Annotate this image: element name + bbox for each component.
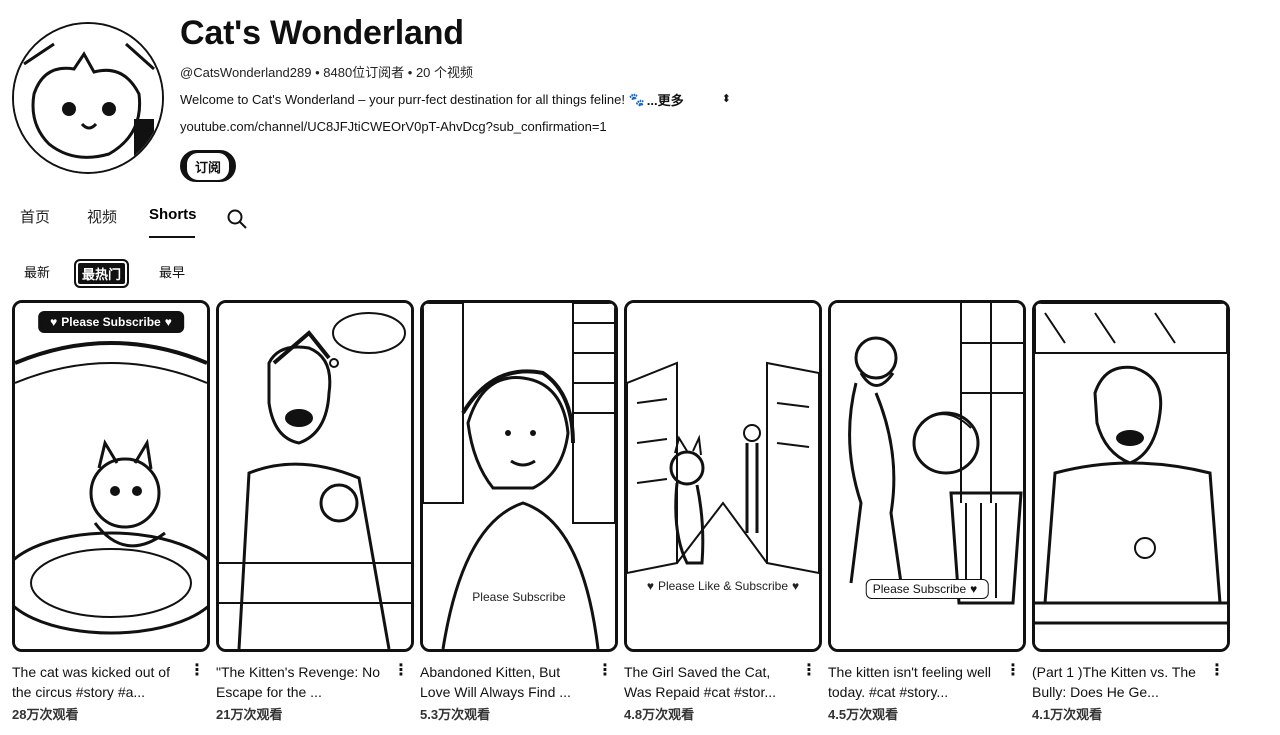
- tab-shorts[interactable]: Shorts: [149, 206, 197, 223]
- short-thumbnail[interactable]: ♥ Please Subscribe ♥: [12, 300, 210, 652]
- short-views: 28万次观看: [12, 707, 79, 722]
- subscribe-overlay: ♥ Please Like & Subscribe ♥: [646, 579, 800, 593]
- shorts-grid: ♥ Please Subscribe ♥ The cat was kicked ou…: [12, 300, 1232, 735]
- short-views: 4.8万次观看: [624, 707, 695, 722]
- short-views: 4.1万次观看: [1032, 707, 1103, 722]
- short-title[interactable]: "The Kitten's Revenge: No Escape for the…: [216, 662, 386, 702]
- short-card[interactable]: "The Kitten's Revenge: No Escape for the…: [216, 300, 414, 723]
- short-title[interactable]: Abandoned Kitten, But Love Will Always F…: [420, 662, 590, 702]
- tab-videos[interactable]: 视频: [87, 206, 117, 227]
- short-views: 4.5万次观看: [828, 707, 899, 722]
- more-vert-icon[interactable]: ⋮: [189, 663, 205, 679]
- more-vert-icon[interactable]: ⋮: [393, 663, 409, 679]
- more-vert-icon[interactable]: ⋮: [1209, 663, 1225, 679]
- channel-tabs: 首页 视频 Shorts: [0, 198, 1280, 240]
- short-title[interactable]: The Girl Saved the Cat, Was Repaid #cat …: [624, 662, 794, 702]
- subscribe-overlay: ♥ Please Subscribe ♥: [38, 311, 184, 333]
- channel-avatar[interactable]: [12, 22, 164, 174]
- heart-icon: ♥: [50, 315, 58, 329]
- heart-icon: ♥: [646, 579, 654, 593]
- short-views: 21万次观看: [216, 707, 283, 722]
- short-caption: The Girl Saved the Cat, Was Repaid #cat …: [624, 662, 822, 723]
- short-thumbnail[interactable]: ♥ Please Like & Subscribe ♥: [624, 300, 822, 652]
- channel-header: Cat's Wonderland @CatsWonderland289 • 84…: [0, 0, 1280, 200]
- short-thumbnail[interactable]: Please Subscribe: [420, 300, 618, 652]
- short-caption: (Part 1 )The Kitten vs. The Bully: Does …: [1032, 662, 1230, 723]
- short-caption: Abandoned Kitten, But Love Will Always F…: [420, 662, 618, 723]
- short-card[interactable]: Please Subscribe Abandoned Kitten, But L…: [420, 300, 618, 723]
- short-card[interactable]: ♥ Please Subscribe ♥ The cat was kicked ou…: [12, 300, 210, 723]
- subscribe-button[interactable]: 订阅: [180, 150, 236, 182]
- sort-chips: 最新 最热门 最早: [0, 255, 1280, 288]
- short-thumbnail[interactable]: [1032, 300, 1230, 652]
- description-more-link[interactable]: ...更多: [647, 90, 684, 109]
- short-thumbnail[interactable]: [216, 300, 414, 652]
- heart-icon: ♥: [792, 579, 800, 593]
- subscribe-overlay: Please Subscribe: [472, 590, 566, 604]
- expand-chevron-icon[interactable]: ⬍: [722, 94, 731, 105]
- short-title[interactable]: The kitten isn't feeling well today. #ca…: [828, 662, 998, 702]
- heart-icon: ♥: [970, 582, 978, 596]
- channel-link[interactable]: youtube.com/channel/UC8JFJtiCWEOrV0pT-Ah…: [180, 119, 607, 134]
- short-card[interactable]: ♥ Please Like & Subscribe ♥ The Girl Saved…: [624, 300, 822, 723]
- short-caption: The cat was kicked out of the circus #st…: [12, 662, 210, 723]
- channel-meta: @CatsWonderland289 • 8480位订阅者 • 20 个视频: [180, 65, 474, 80]
- short-caption: The kitten isn't feeling well today. #ca…: [828, 662, 1026, 723]
- more-vert-icon[interactable]: ⋮: [801, 663, 817, 679]
- more-vert-icon[interactable]: ⋮: [1005, 663, 1021, 679]
- short-title[interactable]: (Part 1 )The Kitten vs. The Bully: Does …: [1032, 662, 1202, 702]
- active-tab-indicator: [149, 236, 195, 238]
- channel-description[interactable]: Welcome to Cat's Wonderland – your purr-…: [180, 90, 731, 109]
- channel-search-icon[interactable]: [226, 208, 248, 230]
- short-card[interactable]: (Part 1 )The Kitten vs. The Bully: Does …: [1032, 300, 1230, 723]
- chip-latest[interactable]: 最新: [18, 259, 56, 284]
- subscribe-label: 订阅: [186, 152, 229, 180]
- chip-popular[interactable]: 最热门: [74, 259, 130, 288]
- short-caption: "The Kitten's Revenge: No Escape for the…: [216, 662, 414, 723]
- chip-oldest[interactable]: 最早: [153, 259, 191, 284]
- short-views: 5.3万次观看: [420, 707, 491, 722]
- short-card[interactable]: Please Subscribe ♥ The kitten isn't feeli…: [828, 300, 1026, 723]
- short-thumbnail[interactable]: Please Subscribe ♥: [828, 300, 1026, 652]
- subscribe-overlay: Please Subscribe ♥: [865, 579, 989, 599]
- channel-name: Cat's Wonderland: [180, 14, 464, 52]
- short-title[interactable]: The cat was kicked out of the circus #st…: [12, 662, 182, 702]
- heart-icon: ♥: [164, 315, 172, 329]
- more-vert-icon[interactable]: ⋮: [597, 663, 613, 679]
- tab-home[interactable]: 首页: [20, 206, 50, 227]
- description-text: Welcome to Cat's Wonderland – your purr-…: [180, 91, 645, 107]
